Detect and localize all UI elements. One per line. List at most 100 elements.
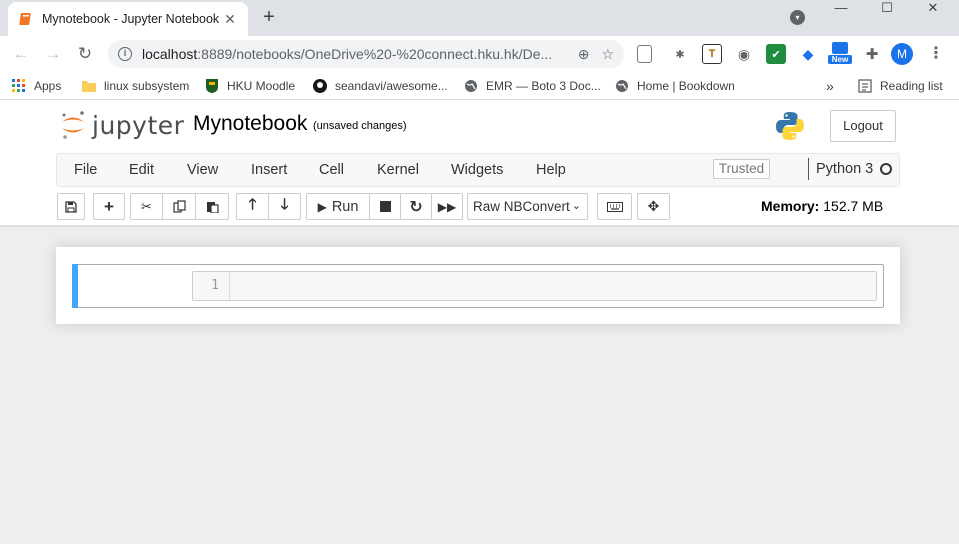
new-tab-button[interactable]: + <box>258 6 280 28</box>
cut-cell-button[interactable]: ✂ <box>130 193 163 220</box>
maximize-button[interactable]: ☐ <box>872 0 902 22</box>
reading-list-button[interactable]: Reading list <box>858 77 943 95</box>
play-icon: ▶ <box>317 199 327 214</box>
minimize-button[interactable]: — <box>826 0 856 22</box>
move-cell-down-button[interactable]: 🡓 <box>268 193 301 220</box>
camera-extension-icon[interactable]: ◉ <box>734 44 754 64</box>
bug-extension-icon[interactable]: ✱ <box>670 44 690 64</box>
scissors-icon: ✂ <box>141 198 152 214</box>
address-bar[interactable]: i localhost:8889/notebooks/OneDrive%20-%… <box>108 40 624 68</box>
bookmark-home-bookdown[interactable]: Home | Bookdown <box>615 77 735 95</box>
puzzle-extensions-icon[interactable]: ✚ <box>862 44 882 64</box>
graduation-cap-extension-icon[interactable]: ◆ <box>798 44 818 64</box>
interrupt-kernel-button[interactable] <box>369 193 401 220</box>
url-text[interactable]: localhost:8889/notebooks/OneDrive%20-%20… <box>142 46 566 62</box>
bookmark-emr-boto3[interactable]: EMR — Boto 3 Doc... <box>464 77 601 95</box>
plus-icon: + <box>104 196 114 216</box>
insert-cell-button[interactable]: + <box>93 193 125 220</box>
bookmark-label: HKU Moodle <box>227 79 296 93</box>
reading-list-label: Reading list <box>880 79 943 93</box>
cell-type-select[interactable]: Raw NBConvert ⌄ <box>467 193 588 220</box>
reading-list-icon <box>858 79 872 93</box>
bookmark-star-icon[interactable]: ☆ <box>601 46 614 63</box>
arrow-up-icon: 🡑 <box>248 196 257 213</box>
jupyter-header: jupyter Mynotebook (unsaved changes) Log… <box>0 100 959 152</box>
memory-label: Memory: <box>761 198 820 214</box>
restart-kernel-button[interactable]: ↻ <box>400 193 432 220</box>
cell-editor[interactable]: 1 <box>192 271 877 301</box>
save-status: (unsaved changes) <box>313 120 407 132</box>
save-disk-icon <box>65 200 77 213</box>
globe-icon <box>464 79 478 93</box>
hku-crest-icon <box>205 79 219 93</box>
move-cell-up-button[interactable]: 🡑 <box>236 193 269 220</box>
menu-cell[interactable]: Cell <box>319 162 344 178</box>
profile-avatar[interactable]: M <box>891 43 913 65</box>
bookmarks-overflow-chevron-icon[interactable]: » <box>826 77 834 95</box>
copy-cell-button[interactable] <box>162 193 196 220</box>
folder-icon <box>82 79 96 93</box>
tab-search-icon[interactable]: ▾ <box>790 10 805 25</box>
bookmark-apps[interactable]: Apps <box>12 77 61 95</box>
chevron-down-icon: ⌄ <box>571 200 581 212</box>
notebook-name[interactable]: Mynotebook <box>193 112 307 136</box>
jupyter-toolbar: + ✂ 🡑 🡓 ▶ Run ↻ ▶▶ Raw NBConvert ⌄ ✥ Mem… <box>0 188 959 226</box>
run-button[interactable]: ▶ Run <box>306 193 370 220</box>
new-extension-icon[interactable]: New <box>828 42 852 66</box>
bookmarks-bar: Apps linux subsystem HKU Moodle seandavi… <box>0 72 959 100</box>
bookmark-label: linux subsystem <box>104 79 190 93</box>
jupyter-menubar: File Edit View Insert Cell Kernel Widget… <box>0 152 959 188</box>
jupyter-logo-icon <box>62 111 84 139</box>
cell-selection-bar <box>72 264 78 308</box>
kernel-idle-indicator-icon <box>880 163 892 175</box>
zoom-icon[interactable]: ⊕ <box>578 46 590 63</box>
document-extension-icon[interactable] <box>637 45 652 63</box>
t-extension-icon[interactable]: T <box>702 44 722 64</box>
green-extension-icon[interactable]: ✔ <box>766 44 786 64</box>
bookmark-seandavi-awesome[interactable]: seandavi/awesome... <box>313 77 448 95</box>
move-selection-button[interactable]: ✥ <box>637 193 670 220</box>
code-cell-selected[interactable]: 1 <box>72 264 884 308</box>
menu-file[interactable]: File <box>74 162 97 178</box>
forward-arrow-icon[interactable]: → <box>42 43 64 65</box>
command-palette-button[interactable] <box>597 193 632 220</box>
restart-icon: ↻ <box>409 198 423 216</box>
python-logo-icon <box>776 112 804 140</box>
browser-toolbar: ← → ↻ i localhost:8889/notebooks/OneDriv… <box>0 36 959 72</box>
tab-close-icon[interactable]: ✕ <box>222 11 238 28</box>
jupyter-logo[interactable]: jupyter <box>60 110 184 140</box>
menu-insert[interactable]: Insert <box>251 162 287 178</box>
menu-help[interactable]: Help <box>536 162 566 178</box>
browser-menu-icon[interactable]: ⋮ <box>928 44 944 64</box>
back-arrow-icon[interactable]: ← <box>10 43 32 65</box>
browser-tab-active[interactable]: Mynotebook - Jupyter Notebook ✕ <box>8 2 248 36</box>
keyboard-icon <box>606 201 623 212</box>
paste-cell-button[interactable] <box>195 193 229 220</box>
close-window-button[interactable]: ✕ <box>918 0 948 22</box>
bookmark-linux-subsystem[interactable]: linux subsystem <box>82 77 189 95</box>
notebook-site: 1 <box>0 227 959 544</box>
menu-view[interactable]: View <box>187 162 218 178</box>
reload-icon[interactable]: ↻ <box>74 43 96 65</box>
bookmark-label: seandavi/awesome... <box>335 79 448 93</box>
menu-edit[interactable]: Edit <box>129 162 154 178</box>
menubar-container: File Edit View Insert Cell Kernel Widget… <box>56 153 900 187</box>
menu-widgets[interactable]: Widgets <box>451 162 503 178</box>
fast-forward-icon: ▶▶ <box>437 199 457 214</box>
kernel-separator <box>808 158 809 180</box>
globe-icon <box>615 79 629 93</box>
bookmark-label: Apps <box>34 79 62 93</box>
bookmark-hku-moodle[interactable]: HKU Moodle <box>205 77 295 95</box>
site-info-icon[interactable]: i <box>118 47 132 61</box>
restart-run-all-button[interactable]: ▶▶ <box>431 193 463 220</box>
menu-kernel[interactable]: Kernel <box>377 162 419 178</box>
paste-icon <box>206 202 219 213</box>
trusted-indicator[interactable]: Trusted <box>713 159 770 179</box>
jupyter-logo-text: jupyter <box>92 110 185 140</box>
memory-usage: Memory: 152.7 MB <box>761 198 883 214</box>
logout-button[interactable]: Logout <box>830 110 896 142</box>
line-number: 1 <box>193 272 230 300</box>
run-label: Run <box>331 198 359 215</box>
tab-title: Mynotebook - Jupyter Notebook <box>42 12 220 26</box>
save-button[interactable] <box>57 193 85 220</box>
